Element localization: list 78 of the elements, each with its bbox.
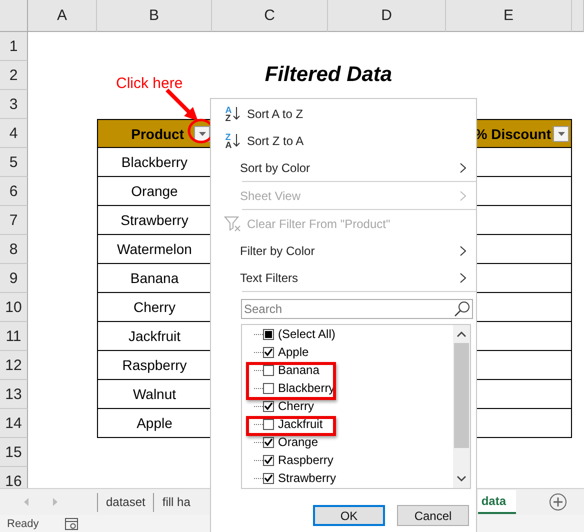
column-header[interactable]: C	[212, 0, 328, 32]
row-header[interactable]: 1	[0, 32, 28, 61]
search-icon	[454, 301, 470, 317]
plus-icon	[549, 493, 567, 511]
menu-item[interactable]: AZ Sort A to Z	[211, 100, 476, 127]
row-header[interactable]: 3	[0, 90, 28, 119]
row-header[interactable]: 6	[0, 177, 28, 206]
row-header[interactable]: 5	[0, 148, 28, 177]
macro-record-icon	[64, 518, 78, 530]
row-header[interactable]: 8	[0, 235, 28, 264]
row-header[interactable]: 13	[0, 380, 28, 409]
annotation-text: Click here	[116, 75, 183, 92]
row-header[interactable]: 10	[0, 293, 28, 322]
checkmark-icon	[264, 456, 273, 464]
sort-icon: ZA	[225, 132, 240, 148]
row-header[interactable]: 16	[0, 467, 28, 488]
checkbox[interactable]	[263, 454, 274, 466]
checklist-item[interactable]: Strawberry	[242, 469, 453, 487]
row-header[interactable]: 11	[0, 322, 28, 351]
column-header[interactable]: E	[446, 0, 572, 32]
down-arrow-icon	[232, 107, 240, 120]
row-header[interactable]: 2	[0, 61, 28, 90]
column-header[interactable]: D	[328, 0, 446, 32]
scroll-down-icon	[457, 476, 466, 482]
sort-icon: AZ	[225, 106, 240, 122]
checkmark-icon	[264, 474, 273, 482]
filter-dropdown-button[interactable]	[194, 126, 210, 142]
column-heading: Product	[131, 126, 184, 142]
checklist-item[interactable]: Banana	[242, 361, 453, 379]
checklist-item[interactable]: Jackfruit	[242, 415, 453, 433]
caret-icon	[558, 132, 564, 136]
row-header[interactable]: 7	[0, 206, 28, 235]
sheet-title: Filtered Data	[264, 63, 392, 87]
checkmark-icon	[264, 348, 273, 356]
checkbox[interactable]	[263, 472, 274, 484]
chevron-right-icon	[460, 163, 466, 173]
checkmark-icon	[264, 402, 273, 410]
filter-dropdown-button[interactable]	[553, 126, 569, 142]
checklist-item[interactable]: Cherry	[242, 397, 453, 415]
funnel-clear-icon	[224, 216, 242, 232]
row-header[interactable]: 12	[0, 351, 28, 380]
checkbox[interactable]	[263, 364, 274, 376]
checkbox[interactable]	[263, 382, 274, 394]
scroll-up-icon	[457, 331, 466, 337]
scroll-left-icon	[24, 498, 29, 506]
checklist-item[interactable]: Blackberry	[242, 379, 453, 397]
down-arrow-icon	[232, 134, 240, 147]
checkbox[interactable]	[263, 400, 274, 412]
column-header[interactable]: B	[97, 0, 212, 32]
checklist-item[interactable]: (Select All)	[242, 325, 453, 343]
checklist-item[interactable]: Raspberry	[242, 451, 453, 469]
chevron-right-icon	[460, 191, 466, 201]
caret-icon	[198, 132, 206, 136]
checkbox[interactable]	[263, 418, 274, 430]
checklist-item[interactable]: Orange	[242, 433, 453, 451]
checklist-item[interactable]: Apple	[242, 343, 453, 361]
row-header[interactable]: 14	[0, 409, 28, 438]
menu-item[interactable]: Filter by Color	[211, 237, 476, 264]
scroll-right-icon	[53, 498, 58, 506]
search-field[interactable]: Search	[241, 299, 473, 319]
dialog-button[interactable]: Cancel	[397, 505, 469, 526]
row-header[interactable]: 4	[0, 119, 28, 148]
checkbox[interactable]	[263, 346, 274, 358]
sheet-tab[interactable]: dataset	[97, 492, 154, 512]
status-text: Ready	[7, 518, 39, 530]
chevron-right-icon	[460, 246, 466, 256]
sheet-tab[interactable]: fill ha	[153, 492, 198, 512]
row-header[interactable]: 15	[0, 438, 28, 467]
checkmark-icon	[264, 438, 273, 446]
chevron-right-icon	[460, 273, 466, 283]
column-header[interactable]: A	[28, 0, 97, 32]
scroll-thumb[interactable]	[454, 343, 469, 448]
scrollbar[interactable]	[453, 325, 470, 488]
dialog-button[interactable]: OK	[313, 505, 385, 526]
sheet-tab[interactable]: data	[478, 490, 516, 514]
menu-item[interactable]: ZA Sort Z to A	[211, 127, 476, 154]
checkbox[interactable]	[263, 436, 274, 448]
row-header[interactable]: 9	[0, 264, 28, 293]
